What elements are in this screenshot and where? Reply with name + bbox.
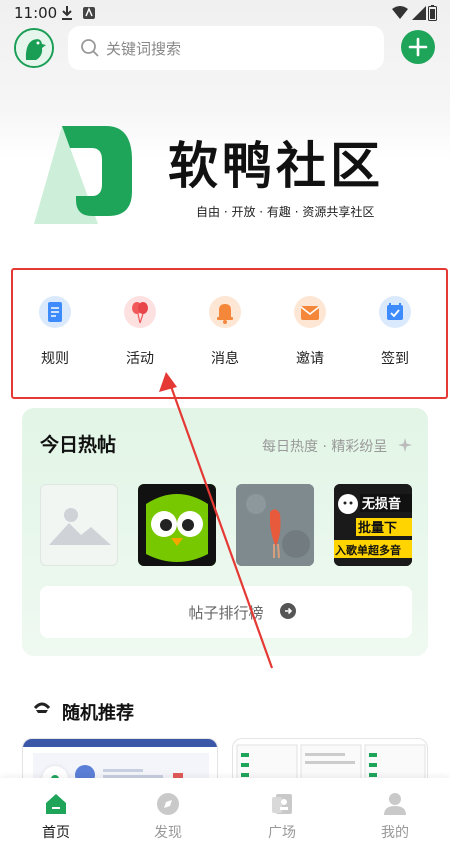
random-recommend-icon xyxy=(32,698,52,722)
brand-logo xyxy=(30,120,140,230)
status-time: 11:00 xyxy=(14,4,58,22)
bottom-nav: 首页 发现 广场 我的 xyxy=(0,778,450,850)
image-placeholder-icon xyxy=(49,508,111,545)
add-button[interactable] xyxy=(401,30,435,64)
annotation-highlight-box xyxy=(11,268,448,399)
square-icon xyxy=(270,792,294,820)
nav-discover-label: 发现 xyxy=(154,825,182,841)
home-icon xyxy=(44,792,68,820)
music-thumb-text-1: 无损音 xyxy=(361,496,401,512)
user-icon xyxy=(383,792,407,820)
brand-title: 软鸭社区 xyxy=(168,137,384,195)
nav-profile-label: 我的 xyxy=(381,825,409,841)
brand-slogan: 自由 · 开放 · 有趣 · 资源共享社区 xyxy=(196,205,375,219)
music-thumb-text-2: 批量下 xyxy=(358,520,397,536)
plus-icon xyxy=(408,37,428,57)
nav-home-label: 首页 xyxy=(42,825,70,841)
hot-post-thumb-placeholder[interactable] xyxy=(40,484,118,566)
nav-square[interactable]: 广场 xyxy=(242,778,322,850)
avatar[interactable] xyxy=(14,28,54,68)
hot-post-thumb-bird[interactable] xyxy=(236,484,314,566)
music-thumb-text-3: 入歌单超多音 xyxy=(335,543,401,557)
search-bar[interactable]: 关键词搜索 xyxy=(68,26,384,70)
post-ranking-label: 帖子排行榜 xyxy=(188,604,264,622)
hot-posts-subtitle: 每日热度 · 精彩纷呈 xyxy=(262,439,388,455)
wifi-icon xyxy=(392,5,408,24)
arrow-right-icon xyxy=(280,603,296,619)
hot-posts-title: 今日热帖 xyxy=(40,434,117,456)
search-icon xyxy=(80,38,100,62)
hot-post-thumb-owl[interactable] xyxy=(138,484,216,566)
nav-square-label: 广场 xyxy=(268,825,296,841)
post-ranking-button[interactable]: 帖子排行榜 xyxy=(40,586,412,638)
random-recommend-title: 随机推荐 xyxy=(62,703,134,724)
sparkle-icon xyxy=(398,437,412,456)
hot-post-thumb-music[interactable]: 无损音 批量下 入歌单超多音 xyxy=(334,484,412,566)
nav-profile[interactable]: 我的 xyxy=(355,778,435,850)
music-poster: 无损音 批量下 入歌单超多音 xyxy=(334,484,412,566)
status-bar: 11:00 xyxy=(0,0,450,26)
bird-photo-icon xyxy=(236,484,314,566)
hot-posts-card: 今日热帖 每日热度 · 精彩纷呈 无损音 批量下 入歌单超多音 帖子排行榜 xyxy=(22,408,428,656)
download-icon xyxy=(60,5,74,25)
nav-home[interactable]: 首页 xyxy=(16,778,96,850)
nav-discover[interactable]: 发现 xyxy=(128,778,208,850)
app-notification-icon xyxy=(82,5,96,25)
signal-icon xyxy=(412,5,426,24)
search-input[interactable]: 关键词搜索 xyxy=(106,38,181,59)
owl-icon xyxy=(138,484,216,566)
compass-icon xyxy=(156,792,180,820)
battery-icon xyxy=(428,5,437,25)
